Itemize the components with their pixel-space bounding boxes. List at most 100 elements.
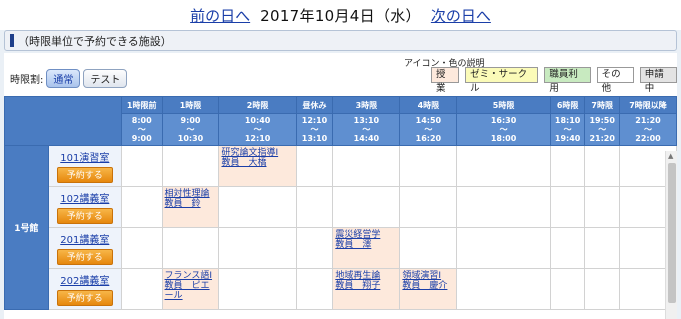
reserve-button[interactable]: 予約する <box>56 249 113 265</box>
lecture-teacher-link[interactable]: 教員 大橋 <box>221 158 293 168</box>
lecture-title-link[interactable]: フランス語Ⅰ <box>165 271 217 281</box>
period-end: 21:20 <box>589 134 615 143</box>
lecture-cell[interactable]: 領域演習Ⅰ 教員 慶介 <box>399 268 458 310</box>
period-end: 9:00 <box>131 134 152 143</box>
empty-slot <box>549 268 586 310</box>
period-tilde: 〜 <box>563 125 572 134</box>
period-time-6: 16:30 〜 18:00 <box>456 113 551 146</box>
empty-slot <box>120 268 163 310</box>
period-end: 14:40 <box>353 134 380 143</box>
empty-slot <box>332 145 401 187</box>
empty-slot <box>456 227 551 269</box>
period-header-7: 6時限 <box>549 96 586 114</box>
period-tilde: 〜 <box>643 125 652 134</box>
room-name-link[interactable]: 201講義室 <box>51 231 119 246</box>
period-end: 13:10 <box>301 134 328 143</box>
empty-slot <box>584 268 620 310</box>
vertical-scrollbar[interactable]: ▲ <box>665 151 677 319</box>
section-header: （時限単位で予約できる施設） <box>4 30 677 51</box>
date-navigation: 前の日へ 2017年10月4日（水） 次の日へ <box>0 0 681 30</box>
timetable: 1時限前 1時限 2時限 昼休み 3時限 4時限 5時限 6時限 7時限 7時限以降 8:00 〜 9… <box>4 96 678 310</box>
lecture-teacher-link[interactable]: 教員 澤 <box>335 240 397 250</box>
period-tilde: 〜 <box>253 125 262 134</box>
lecture-title-link[interactable]: 研究論文指導Ⅰ <box>221 148 293 158</box>
empty-slot <box>549 227 586 269</box>
period-start: 10:40 <box>244 116 271 125</box>
period-type-option-1[interactable]: テスト <box>83 69 128 88</box>
period-start: 18:10 <box>554 116 581 125</box>
lecture-title-link[interactable]: 地域再生論 <box>335 271 397 281</box>
empty-slot <box>399 145 458 187</box>
lecture-cell[interactable]: 研究論文指導Ⅰ 教員 大橋 <box>218 145 297 187</box>
period-time-5: 14:50 〜 16:20 <box>399 113 458 146</box>
period-time-2: 10:40 〜 12:10 <box>218 113 297 146</box>
period-header-8: 7時限 <box>584 96 620 114</box>
lecture-title-link[interactable]: 領域演習Ⅰ <box>402 271 454 281</box>
reserve-button[interactable]: 予約する <box>56 290 113 306</box>
period-header-9: 7時限以降 <box>618 96 678 114</box>
empty-slot <box>399 186 458 228</box>
empty-slot <box>456 186 551 228</box>
period-header-6: 5時限 <box>456 96 551 114</box>
period-start: 21:20 <box>635 116 661 125</box>
legend-item-2: 職員利用 <box>544 67 591 94</box>
timetable-panel: 時限割: 通常 テスト アイコン・色の説明 授業 ゼミ・サークル 職員利用 その他 申請中… <box>4 53 678 319</box>
room-name-link[interactable]: 202講義室 <box>51 272 119 287</box>
empty-slot <box>584 145 620 187</box>
period-type-label: 時限割: <box>10 75 44 86</box>
lecture-teacher-link[interactable]: 教員 鈴 <box>165 199 217 209</box>
period-end: 16:20 <box>415 134 442 143</box>
scrollbar-thumb[interactable] <box>668 163 676 303</box>
reserve-button[interactable]: 予約する <box>56 208 113 224</box>
period-end: 19:40 <box>554 134 581 143</box>
prev-day-link[interactable]: 前の日へ <box>190 5 250 26</box>
empty-slot <box>120 145 163 187</box>
room-row: 201講義室 予約する 震災経営学 教員 澤 <box>5 227 678 269</box>
lecture-cell[interactable]: 地域再生論 教員 翔子 <box>332 268 401 310</box>
empty-slot <box>120 186 163 228</box>
period-start: 8:00 <box>131 116 152 125</box>
header-corner <box>4 96 122 146</box>
room-row: 1号館 101演習室 予約する 研究論文指導Ⅰ 教員 大橋 <box>4 145 678 310</box>
lecture-teacher-link[interactable]: 教員 慶介 <box>402 281 454 291</box>
scroll-up-icon[interactable]: ▲ <box>668 152 673 160</box>
section-marker <box>10 34 14 47</box>
lecture-title-link[interactable]: 相対性理論 <box>165 189 217 199</box>
next-day-link[interactable]: 次の日へ <box>431 5 491 26</box>
empty-slot <box>549 186 586 228</box>
room-name-link[interactable]: 101演習室 <box>51 149 119 164</box>
empty-slot <box>218 186 297 228</box>
legend-item-0: 授業 <box>431 67 460 94</box>
period-end: 10:30 <box>177 134 204 143</box>
period-start: 19:50 <box>589 116 615 125</box>
period-header-2: 2時限 <box>218 96 297 114</box>
empty-slot <box>295 268 334 310</box>
period-type-option-0[interactable]: 通常 <box>46 69 81 88</box>
empty-slot <box>161 227 220 269</box>
period-start: 9:00 <box>180 116 201 125</box>
empty-slot <box>549 145 586 187</box>
period-start: 16:30 <box>490 116 517 125</box>
period-time-4: 13:10 〜 14:40 <box>332 113 401 146</box>
lecture-cell[interactable]: フランス語Ⅰ 教員 ピエール <box>161 268 220 310</box>
period-tilde: 〜 <box>362 125 371 134</box>
period-tilde: 〜 <box>137 125 146 134</box>
period-tilde: 〜 <box>310 125 319 134</box>
lecture-cell[interactable]: 震災経営学 教員 澤 <box>332 227 401 269</box>
lecture-cell[interactable]: 相対性理論 教員 鈴 <box>161 186 220 228</box>
room-cell: 102講義室 予約する <box>47 186 122 228</box>
color-legend: 授業 ゼミ・サークル 職員利用 その他 申請中 <box>431 67 677 94</box>
room-name-link[interactable]: 102講義室 <box>51 190 119 205</box>
lecture-teacher-link[interactable]: 教員 翔子 <box>335 281 397 291</box>
lecture-teacher-link[interactable]: 教員 ピエール <box>165 281 217 301</box>
period-tilde: 〜 <box>598 125 607 134</box>
legend-item-1: ゼミ・サークル <box>465 67 539 94</box>
empty-slot <box>332 186 401 228</box>
page: 前の日へ 2017年10月4日（水） 次の日へ （時限単位で予約できる施設） 時… <box>0 0 681 319</box>
period-header-0: 1時限前 <box>120 96 163 114</box>
reserve-button[interactable]: 予約する <box>56 167 113 183</box>
period-start: 14:50 <box>415 116 442 125</box>
room-cell: 202講義室 予約する <box>47 268 122 310</box>
period-time-0: 8:00 〜 9:00 <box>120 113 163 146</box>
lecture-title-link[interactable]: 震災経営学 <box>335 230 397 240</box>
